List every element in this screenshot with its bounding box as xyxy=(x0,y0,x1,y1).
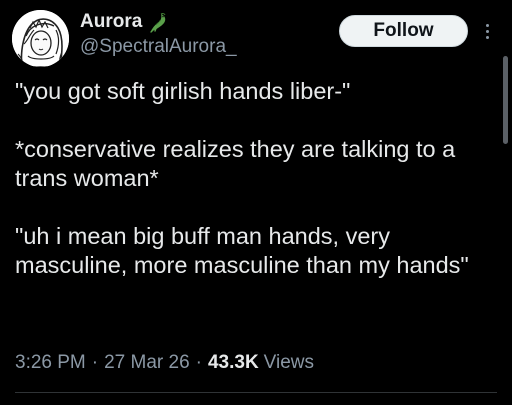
crocodile-emoji-icon xyxy=(147,11,169,33)
scrollbar-thumb[interactable] xyxy=(503,56,508,144)
more-dot xyxy=(485,29,489,33)
tweet-date[interactable]: 27 Mar 26 xyxy=(104,352,190,374)
name-row: Aurora xyxy=(80,9,237,35)
user-handle[interactable]: @SpectralAurora_ xyxy=(80,35,237,59)
display-name[interactable]: Aurora xyxy=(80,11,142,33)
more-dot xyxy=(485,35,489,39)
divider xyxy=(15,392,497,393)
separator-dot: · xyxy=(91,352,99,373)
tweet-paragraph: *conservative realizes they are talking … xyxy=(15,136,462,191)
tweet-time[interactable]: 3:26 PM xyxy=(15,352,86,374)
views-label: Views xyxy=(263,352,315,373)
more-dot xyxy=(485,23,489,27)
avatar-illustration xyxy=(12,10,69,67)
views-count[interactable]: 43.3K xyxy=(208,352,259,374)
tweet-paragraph: "uh i mean big buff man hands, very masc… xyxy=(15,223,469,278)
more-vertical-icon[interactable] xyxy=(479,16,495,46)
separator-dot: · xyxy=(195,352,202,373)
tweet-card: Aurora @SpectralAurora_ Follow "you got … xyxy=(0,0,512,405)
avatar[interactable] xyxy=(12,10,69,67)
tweet-text: "you got soft girlish hands liber-" *con… xyxy=(15,73,495,280)
tweet-metadata: 3:26 PM · 27 Mar 26 · 43.3K Views xyxy=(15,352,314,374)
follow-button[interactable]: Follow xyxy=(339,15,468,47)
tweet-paragraph: "you got soft girlish hands liber-" xyxy=(15,78,351,104)
author-info: Aurora @SpectralAurora_ xyxy=(80,9,237,59)
